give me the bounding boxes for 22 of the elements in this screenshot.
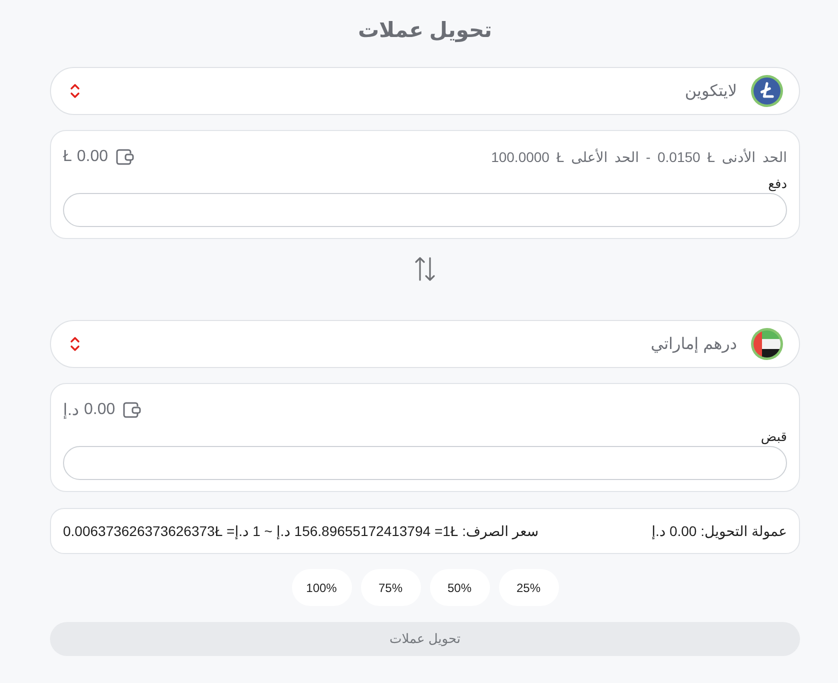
currency-select[interactable]: درهم إماراتي xyxy=(50,320,800,368)
flag-icon xyxy=(751,328,783,360)
field-label: دفع xyxy=(768,175,787,193)
balance-amount: 0.00 xyxy=(76,148,108,166)
updown-chevron-icon xyxy=(70,336,80,352)
form-title: تحويل عملات xyxy=(358,18,492,44)
coin-icon xyxy=(751,75,783,107)
currency-symbol: د.إ xyxy=(63,401,80,420)
percent-button[interactable]: 50% xyxy=(430,569,490,606)
percent-button[interactable]: 100% xyxy=(292,569,352,606)
updown-chevron-icon xyxy=(70,83,80,99)
swap-icon[interactable] xyxy=(414,256,436,282)
field-label: قبض xyxy=(760,428,787,446)
percent-button[interactable]: 25% xyxy=(498,569,558,606)
currency-symbol: Ł xyxy=(63,148,72,166)
wallet-icon xyxy=(123,402,142,418)
amount-input[interactable] xyxy=(63,193,787,227)
wallet-icon xyxy=(116,149,134,165)
amount-input[interactable] xyxy=(63,446,787,480)
balance-amount: 0.00 xyxy=(84,401,116,419)
currency-select[interactable]: لايتكوين xyxy=(50,67,800,115)
percent-button[interactable]: 75% xyxy=(360,569,420,606)
